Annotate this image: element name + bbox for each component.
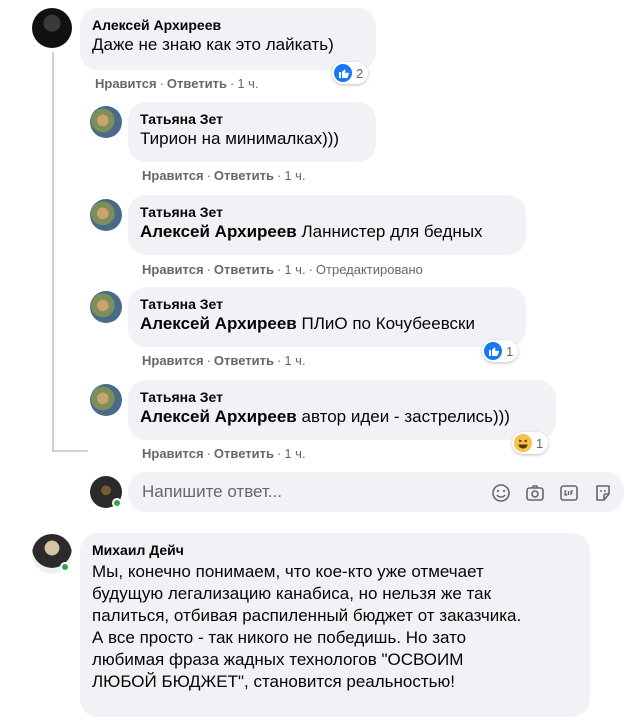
- reply-link[interactable]: Ответить: [214, 168, 274, 183]
- reply-input[interactable]: Напишите ответ...: [142, 483, 282, 501]
- comment-text-line: любимая фраза жадных технологов "ОСВОИМ: [92, 650, 464, 669]
- like-link[interactable]: Нравится: [95, 76, 157, 91]
- gif-icon[interactable]: [558, 482, 580, 504]
- reaction-count: 1: [506, 343, 514, 359]
- avatar[interactable]: [90, 106, 122, 138]
- reply-input-box[interactable]: Напишите ответ...: [128, 472, 624, 512]
- reaction-count: 2: [356, 65, 364, 81]
- comment-text-line: палиться, отбивая распиленный бюджет от …: [92, 606, 522, 625]
- emoji-icon[interactable]: [490, 482, 512, 504]
- like-link[interactable]: Нравится: [142, 353, 204, 368]
- reply-link[interactable]: Ответить: [214, 262, 274, 277]
- reply-actions: Нравится · Ответить · 1 ч.: [142, 168, 306, 183]
- comment-author[interactable]: Михаил Дейч: [92, 541, 578, 559]
- comment-text-line: будущую легализацию канабиса, но нельзя …: [92, 584, 492, 603]
- reply-text: Алексей Архиреев Ланнистер для бедных: [140, 222, 483, 241]
- reply-author[interactable]: Татьяна Зет: [140, 110, 364, 128]
- reaction-badge[interactable]: 2: [332, 62, 369, 84]
- timestamp[interactable]: 1 ч.: [284, 262, 305, 277]
- avatar[interactable]: [90, 199, 122, 231]
- like-reaction-icon: [484, 342, 502, 360]
- comment-text-line: Мы, конечно понимаем, что кое-кто уже от…: [92, 562, 484, 581]
- reaction-badge[interactable]: 1: [482, 340, 519, 362]
- reply-author[interactable]: Татьяна Зет: [140, 295, 514, 313]
- reply-bubble: Татьяна Зет Алексей Архиреев автор идеи …: [128, 380, 556, 440]
- like-link[interactable]: Нравится: [142, 168, 204, 183]
- reply-bubble: Татьяна Зет Алексей Архиреев ПЛиО по Коч…: [128, 287, 526, 347]
- edited-label[interactable]: Отредактировано: [316, 262, 423, 277]
- reply-actions: Нравится · Ответить · 1 ч.: [142, 353, 306, 368]
- reaction-badge[interactable]: 1: [512, 432, 549, 454]
- timestamp[interactable]: 1 ч.: [284, 446, 305, 461]
- online-status-dot: [112, 498, 122, 508]
- reply-input-tools: [490, 482, 614, 504]
- camera-icon[interactable]: [524, 482, 546, 504]
- like-link[interactable]: Нравится: [142, 262, 204, 277]
- mention-link[interactable]: Алексей Архиреев: [140, 407, 297, 426]
- timestamp[interactable]: 1 ч.: [284, 353, 305, 368]
- online-status-dot: [60, 562, 70, 572]
- reply-bubble: Татьяна Зет Алексей Архиреев Ланнистер д…: [128, 195, 526, 255]
- like-link[interactable]: Нравится: [142, 446, 204, 461]
- reply-text: Алексей Архиреев ПЛиО по Кочубеевски: [140, 314, 475, 333]
- reply-link[interactable]: Ответить: [167, 76, 227, 91]
- reply-author[interactable]: Татьяна Зет: [140, 203, 514, 221]
- reply-bubble: Татьяна Зет Тирион на минималках))): [128, 102, 376, 162]
- reply-link[interactable]: Ответить: [214, 353, 274, 368]
- sticker-icon[interactable]: [592, 482, 614, 504]
- thread-line-curve: [52, 450, 88, 452]
- comment-bubble: Михаил Дейч Мы, конечно понимаем, что ко…: [80, 533, 590, 717]
- haha-reaction-icon: [514, 434, 532, 452]
- reply-actions: Нравится · Ответить · 1 ч.: [142, 446, 306, 461]
- like-reaction-icon: [334, 64, 352, 82]
- avatar[interactable]: [90, 384, 122, 416]
- mention-link[interactable]: Алексей Архиреев: [140, 314, 297, 333]
- comment-author[interactable]: Алексей Архиреев: [92, 16, 364, 34]
- reply-text: Тирион на минималках))): [140, 129, 340, 148]
- timestamp[interactable]: 1 ч.: [237, 76, 258, 91]
- reply-actions: Нравится · Ответить · 1 ч. · Отредактировано: [142, 262, 423, 277]
- avatar[interactable]: [32, 8, 72, 48]
- timestamp[interactable]: 1 ч.: [284, 168, 305, 183]
- comment-text-line: А все просто - так никого не победишь. Н…: [92, 628, 467, 647]
- comment-actions: Нравится · Ответить · 1 ч.: [95, 76, 259, 91]
- comment-text-line: ЛЮБОЙ БЮДЖЕТ", становится реальностью!: [92, 672, 456, 691]
- reaction-count: 1: [536, 435, 544, 451]
- comment-text: Даже не знаю как это лайкать): [92, 35, 334, 54]
- mention-link[interactable]: Алексей Архиреев: [140, 222, 297, 241]
- comment-bubble: Алексей Архиреев Даже не знаю как это ла…: [80, 8, 376, 70]
- thread-line: [52, 52, 54, 452]
- reply-author[interactable]: Татьяна Зет: [140, 388, 544, 406]
- reply-text: Алексей Архиреев автор идеи - застрелись…: [140, 407, 510, 426]
- avatar[interactable]: [90, 291, 122, 323]
- reply-link[interactable]: Ответить: [214, 446, 274, 461]
